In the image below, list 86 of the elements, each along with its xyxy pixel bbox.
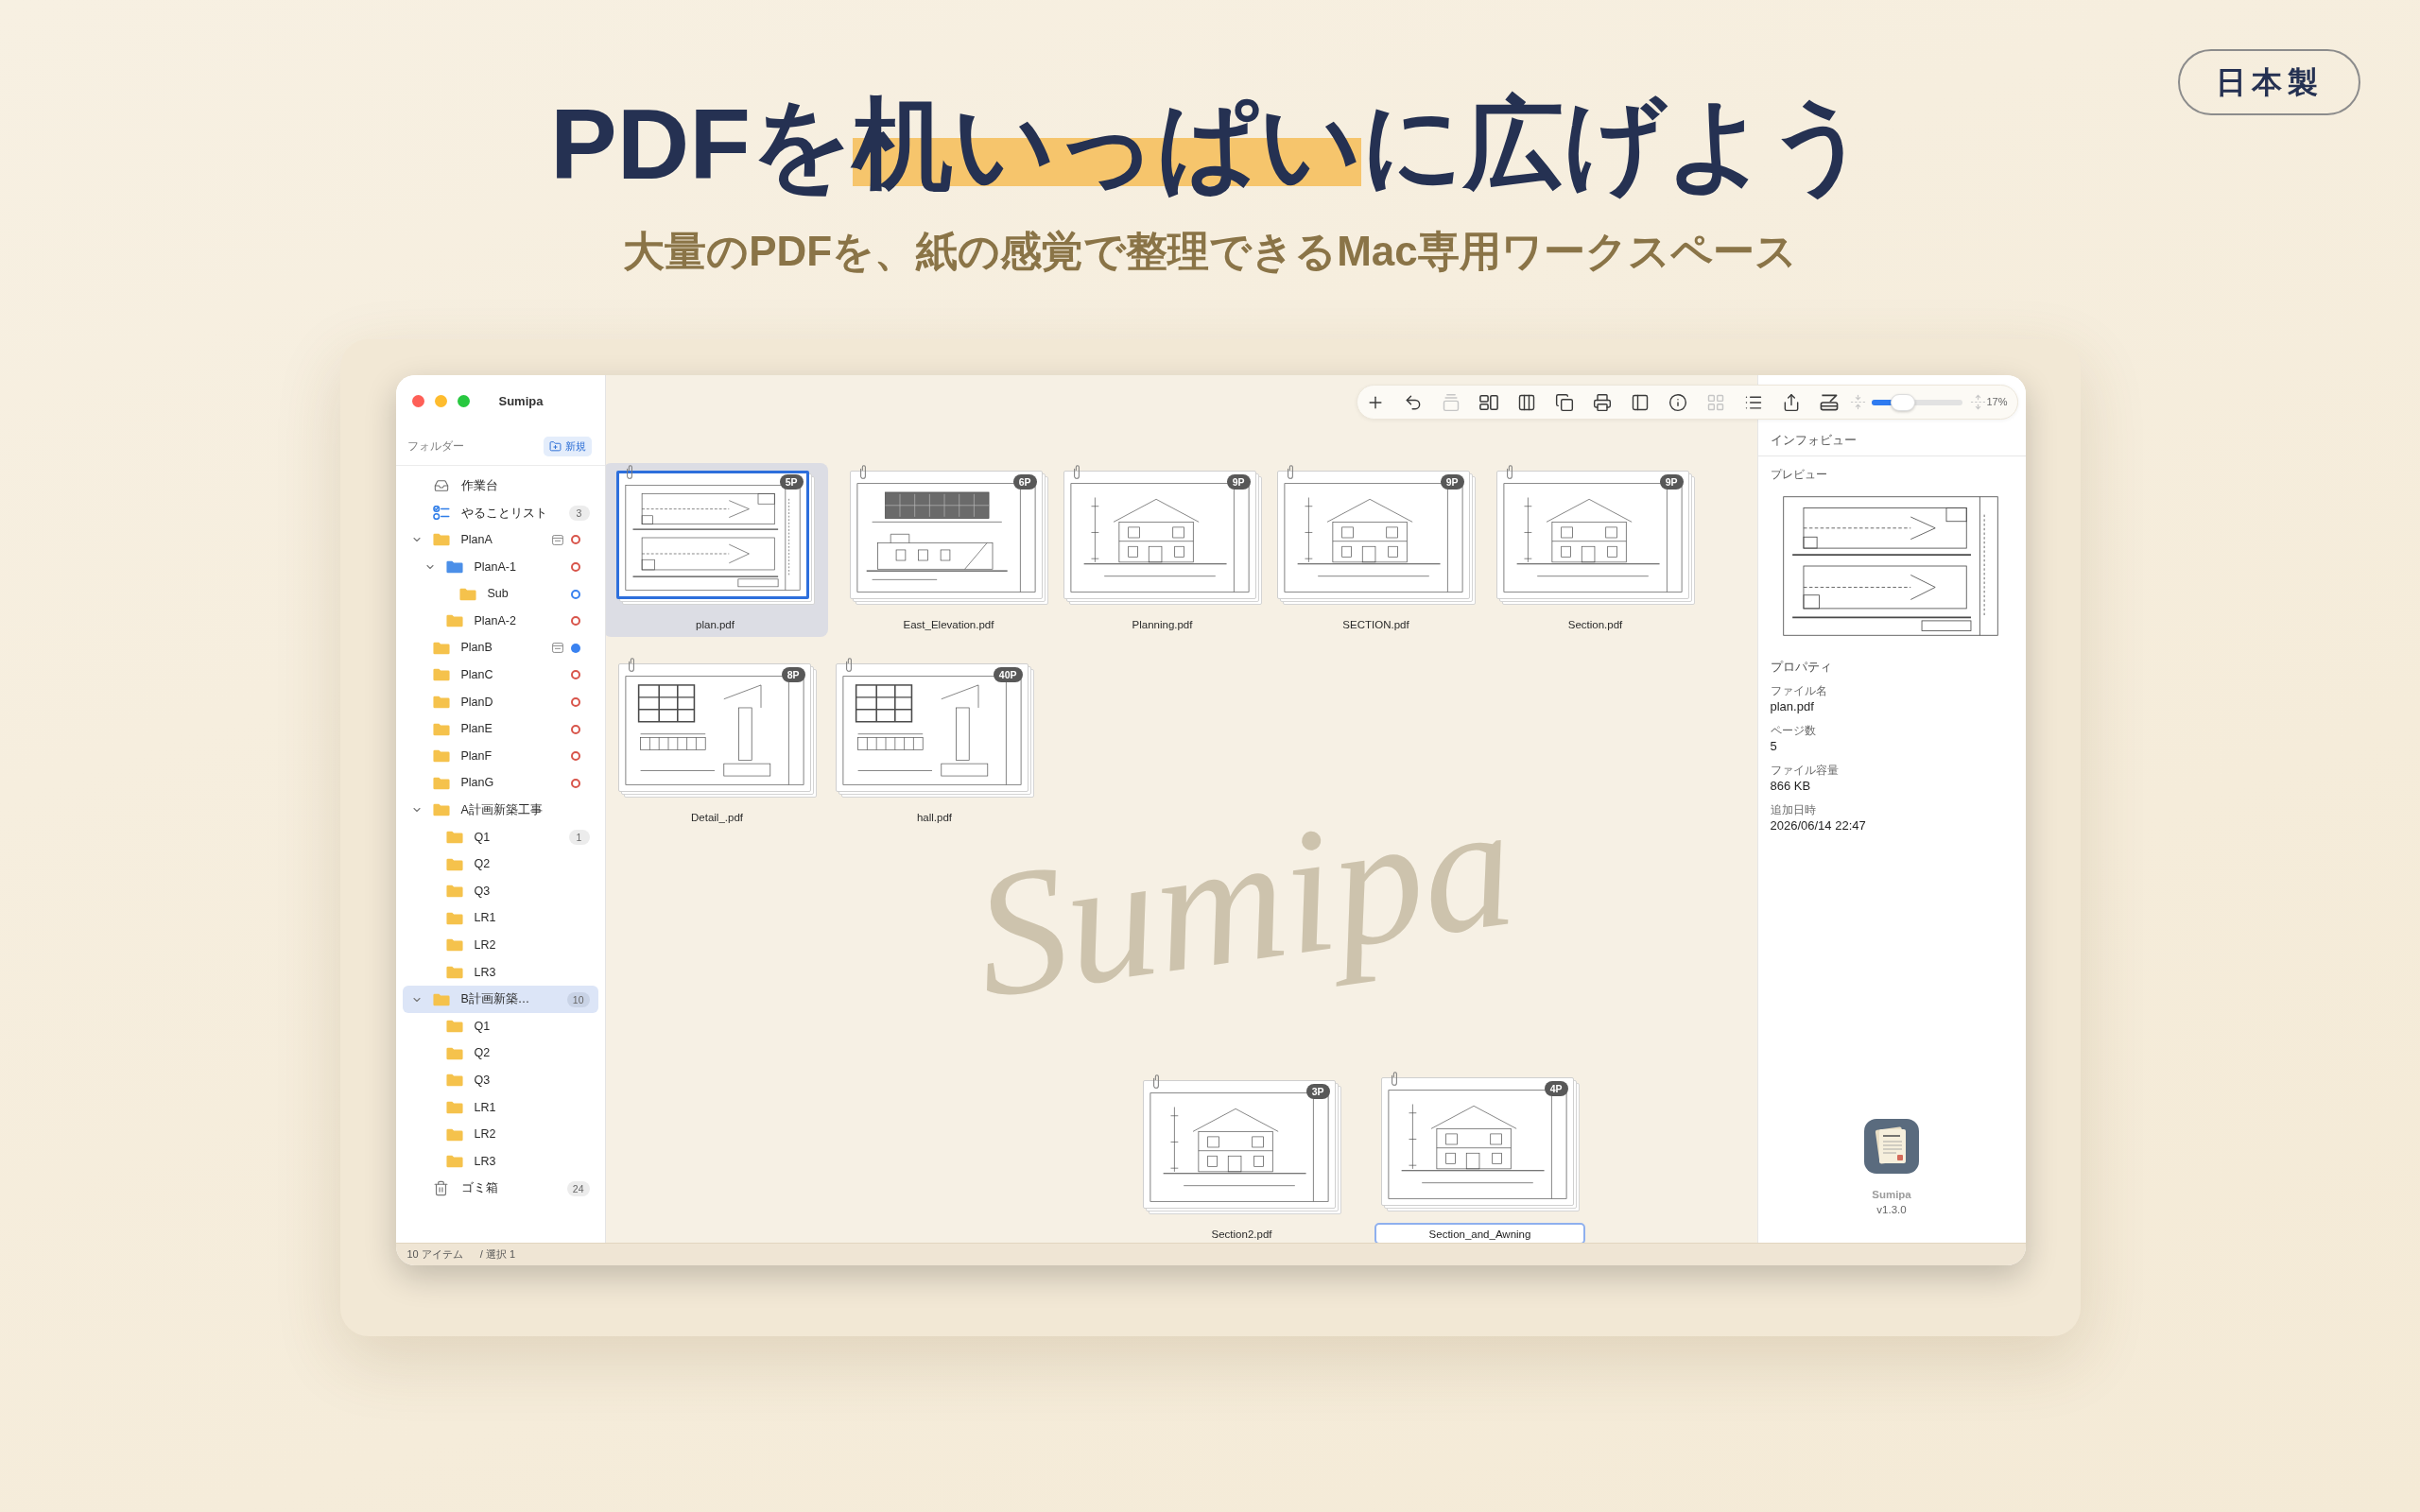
sidebar-item[interactable]: Q3 — [402, 1067, 598, 1094]
file-name-label: Section2.pdf — [1211, 1228, 1272, 1242]
paperclip-icon — [1505, 465, 1513, 479]
sidebar-item[interactable]: PlanE — [402, 715, 598, 743]
sidebar-item[interactable]: Sub — [402, 580, 598, 608]
file-name-label: hall.pdf — [916, 811, 953, 825]
sidebar-item[interactable]: やることリスト 3 — [402, 499, 598, 527]
property-label: ページ数 — [1770, 723, 1817, 738]
info-icon[interactable] — [1668, 392, 1687, 412]
sidebar-item[interactable]: PlanD — [402, 688, 598, 716]
zoom-window-icon[interactable] — [457, 395, 470, 407]
section-heading: プレビュー — [1770, 467, 1828, 483]
paperclip-icon — [625, 465, 633, 479]
paperclip-icon — [1072, 465, 1080, 479]
property-label: ファイル名 — [1770, 683, 1828, 698]
file-name-label: Planning.pdf — [1132, 618, 1193, 632]
property-value: 866 KB — [1770, 778, 1812, 795]
sidebar-icon[interactable] — [1630, 392, 1650, 412]
file-name-label: East_Elevation.pdf — [903, 618, 994, 632]
sidebar-item[interactable]: PlanA-1 — [402, 553, 598, 581]
file-name-label: SECTION.pdf — [1342, 618, 1409, 632]
sidebar-item[interactable]: Q1 1 — [402, 823, 598, 851]
sidebar-item[interactable]: PlanA-2 — [402, 607, 598, 635]
new-folder-button[interactable]: 新規 — [543, 436, 592, 456]
sidebar-item[interactable]: 作業台 — [402, 472, 598, 500]
sidebar-item[interactable]: LR3 — [402, 958, 598, 987]
columns-icon[interactable] — [1516, 392, 1536, 412]
property-value: 2026/06/14 22:47 — [1770, 817, 1867, 834]
version-label: v1.3.0 — [1876, 1203, 1907, 1217]
section-heading: プロパティ — [1770, 660, 1833, 676]
sidebar-item[interactable]: PlanG — [402, 769, 598, 798]
paperclip-icon — [858, 465, 867, 479]
sidebar-item[interactable]: Q2 — [402, 1040, 598, 1068]
sidebar-item[interactable]: LR3 — [402, 1147, 598, 1176]
paperclip-icon — [844, 658, 853, 672]
sidebar-item[interactable]: LR1 — [402, 1093, 598, 1122]
sidebar-item[interactable]: PlanF — [402, 742, 598, 770]
panel-title: インフォビュー — [1770, 433, 1858, 449]
scanner-icon[interactable] — [1819, 392, 1839, 412]
sidebar-item[interactable]: Q2 — [402, 850, 598, 878]
sidebar-item[interactable]: ゴミ箱 24 — [402, 1175, 598, 1203]
app-name: Sumipa — [1872, 1188, 1911, 1202]
count-badge: 10 — [566, 991, 590, 1007]
sidebar-item[interactable]: LR2 — [402, 932, 598, 959]
count-badge: 3 — [568, 505, 590, 521]
checklist-icon — [432, 506, 450, 521]
sidebar-item[interactable]: PlanC — [402, 662, 598, 689]
origin-badge: 日本製 — [2178, 49, 2360, 115]
sidebar-item[interactable]: Q1 — [402, 1012, 598, 1040]
overlapping-windows-icon[interactable] — [1554, 392, 1574, 412]
sidebar-heading: フォルダー — [406, 438, 464, 455]
window-title: Sumipa — [498, 392, 544, 410]
paperclip-icon — [1390, 1072, 1398, 1086]
app-icon — [1864, 1119, 1919, 1174]
property-label: 追加日時 — [1770, 802, 1817, 817]
selection-count: / 選択 1 — [479, 1247, 516, 1263]
file-name-label: Detail_.pdf — [691, 811, 743, 825]
property-label: ファイル容量 — [1770, 763, 1840, 778]
sidebar-item[interactable]: Q3 — [402, 877, 598, 905]
paperclip-icon — [1286, 465, 1294, 479]
trash-icon — [433, 1180, 449, 1197]
sidebar-item[interactable]: PlanA — [402, 526, 598, 554]
item-count: 10 アイテム — [406, 1247, 463, 1263]
layout-icon[interactable] — [1478, 392, 1498, 412]
count-badge: 1 — [568, 830, 590, 845]
subheadline: 大量のPDFを、紙の感覚で整理できるMac専用ワークスペース — [623, 227, 1797, 276]
zoom-slider[interactable] — [1871, 392, 1962, 412]
paperclip-icon — [627, 658, 635, 672]
sidebar-item[interactable]: LR1 — [402, 904, 598, 933]
close-icon[interactable] — [411, 395, 424, 407]
sidebar-item[interactable]: B計画新築… 10 — [402, 986, 598, 1013]
folder-plus-icon — [548, 439, 562, 453]
paperclip-icon — [1151, 1074, 1160, 1089]
count-badge: 24 — [566, 1180, 590, 1196]
file-name-label: plan.pdf — [696, 618, 735, 632]
slider-thumb[interactable] — [1891, 393, 1916, 411]
sidebar-item[interactable]: PlanB — [402, 634, 598, 662]
rename-field[interactable]: Section_and_Awning — [1374, 1223, 1585, 1243]
sidebar-item[interactable]: A計画新築工事 — [402, 797, 598, 824]
sidebar-item[interactable]: LR2 — [402, 1121, 598, 1148]
file-name-label: Section.pdf — [1567, 618, 1623, 632]
zoom-reading: 17% — [1986, 395, 2008, 410]
printer-icon[interactable] — [1592, 392, 1612, 412]
tray-icon — [432, 478, 450, 494]
property-value: plan.pdf — [1770, 698, 1815, 715]
property-value: 5 — [1770, 738, 1778, 755]
